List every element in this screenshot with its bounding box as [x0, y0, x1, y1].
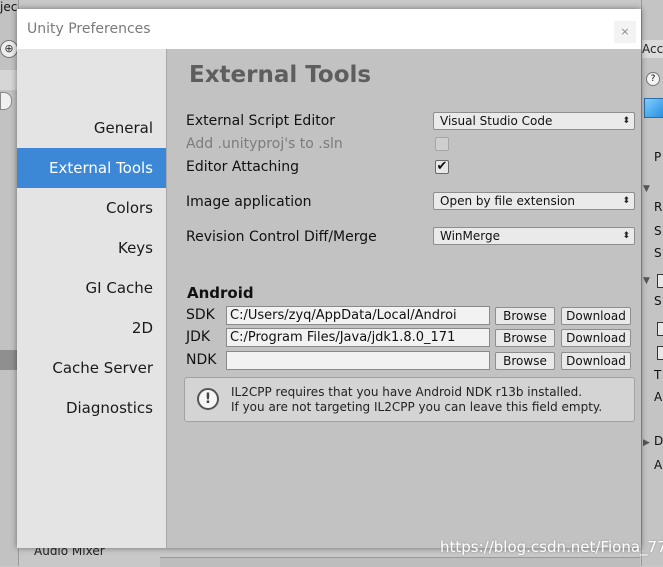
watermark: https://blog.csdn.net/Fiona_77: [440, 538, 663, 556]
dropdown-value: WinMerge: [440, 229, 500, 243]
sidebar-item-gi-cache[interactable]: GI Cache: [17, 268, 166, 308]
help-text-line-2: If you are not targeting IL2CPP you can …: [231, 400, 603, 414]
window-title: Unity Preferences: [27, 21, 151, 37]
revision-control-dropdown[interactable]: WinMerge ⬍: [433, 227, 635, 245]
sdk-path-input[interactable]: C:/Users/zyq/AppData/Local/Androi: [226, 306, 490, 325]
triangle-icon[interactable]: ▼: [643, 276, 650, 286]
ndk-download-button[interactable]: Download: [561, 352, 631, 370]
jdk-browse-button[interactable]: Browse: [495, 329, 555, 347]
editor-attaching-checkbox[interactable]: ✔: [435, 160, 449, 174]
inspector-tab[interactable]: Acc: [642, 40, 663, 58]
ndk-label: NDK: [186, 352, 217, 368]
sidebar-item-colors[interactable]: Colors: [17, 188, 166, 228]
external-script-editor-label: External Script Editor: [186, 113, 336, 129]
dropdown-arrow-icon: ⬍: [622, 116, 630, 126]
checkmark-icon: ✔: [436, 159, 448, 174]
editor-attaching-label: Editor Attaching: [186, 159, 299, 175]
inspector-label: A: [654, 390, 663, 404]
dropdown-arrow-icon: ⬍: [622, 196, 630, 206]
sdk-label: SDK: [186, 307, 215, 323]
inspector-label: S: [654, 246, 662, 260]
inspector-label: S: [654, 224, 662, 238]
revision-control-label: Revision Control Diff/Merge: [186, 229, 377, 245]
component-icon: [657, 346, 663, 360]
il2cpp-help-box: ! IL2CPP requires that you have Android …: [184, 377, 635, 422]
ndk-browse-button[interactable]: Browse: [495, 352, 555, 370]
background-strip: [0, 350, 18, 370]
sidebar-item-keys[interactable]: Keys: [17, 228, 166, 268]
preferences-window: Unity Preferences × General External Too…: [17, 9, 641, 548]
help-text-line-1: IL2CPP requires that you have Android ND…: [231, 385, 583, 399]
ndk-path-input[interactable]: [226, 351, 490, 370]
gizmo-icon[interactable]: ⊕: [0, 40, 18, 58]
info-icon: !: [197, 388, 219, 410]
sidebar-item-2d[interactable]: 2D: [17, 308, 166, 348]
dropdown-arrow-icon: ⬍: [622, 231, 630, 241]
inspector-label: A: [654, 458, 663, 472]
close-button[interactable]: ×: [614, 21, 636, 43]
background-inspector-panel: Acc ? P ▼ R S S ▼ S T A ▶ D A: [641, 0, 663, 566]
sidebar-item-cache-server[interactable]: Cache Server: [17, 348, 166, 388]
inspector-label: P: [654, 150, 662, 164]
inspector-label: T: [654, 368, 662, 382]
dropdown-value: Open by file extension: [440, 194, 575, 208]
component-icon: [657, 322, 663, 336]
triangle-icon[interactable]: ▼: [643, 184, 650, 194]
sdk-download-button[interactable]: Download: [561, 307, 631, 325]
jdk-download-button[interactable]: Download: [561, 329, 631, 347]
android-section-title: Android: [187, 284, 254, 302]
sidebar-item-diagnostics[interactable]: Diagnostics: [17, 388, 166, 428]
background-top-text: jec: [0, 0, 18, 14]
background-strip: [0, 70, 18, 90]
inspector-label: S: [654, 294, 662, 308]
sidebar-item-external-tools[interactable]: External Tools: [17, 148, 166, 188]
image-application-dropdown[interactable]: Open by file extension ⬍: [433, 192, 635, 210]
external-script-editor-dropdown[interactable]: Visual Studio Code ⬍: [433, 112, 635, 130]
preferences-content: External Tools External Script Editor Vi…: [167, 49, 641, 548]
jdk-label: JDK: [186, 329, 211, 345]
dropdown-value: Visual Studio Code: [440, 114, 553, 128]
inspector-label: D: [654, 434, 663, 448]
sdk-browse-button[interactable]: Browse: [495, 307, 555, 325]
inspector-label: R: [654, 200, 663, 214]
image-application-label: Image application: [186, 194, 312, 210]
add-unityproj-checkbox[interactable]: [435, 137, 449, 151]
jdk-path-input[interactable]: C:/Program Files/Java/jdk1.8.0_171: [226, 328, 490, 347]
sidebar-item-general[interactable]: General: [17, 108, 166, 148]
page-title: External Tools: [189, 62, 372, 88]
preferences-sidebar: General External Tools Colors Keys GI Ca…: [17, 49, 167, 548]
component-icon: [657, 274, 663, 288]
cube-icon: [644, 98, 663, 118]
help-icon[interactable]: ?: [646, 72, 660, 86]
triangle-icon[interactable]: ▶: [643, 438, 650, 448]
title-bar[interactable]: Unity Preferences ×: [17, 9, 641, 49]
add-unityproj-label: Add .unityproj's to .sln: [186, 136, 343, 152]
